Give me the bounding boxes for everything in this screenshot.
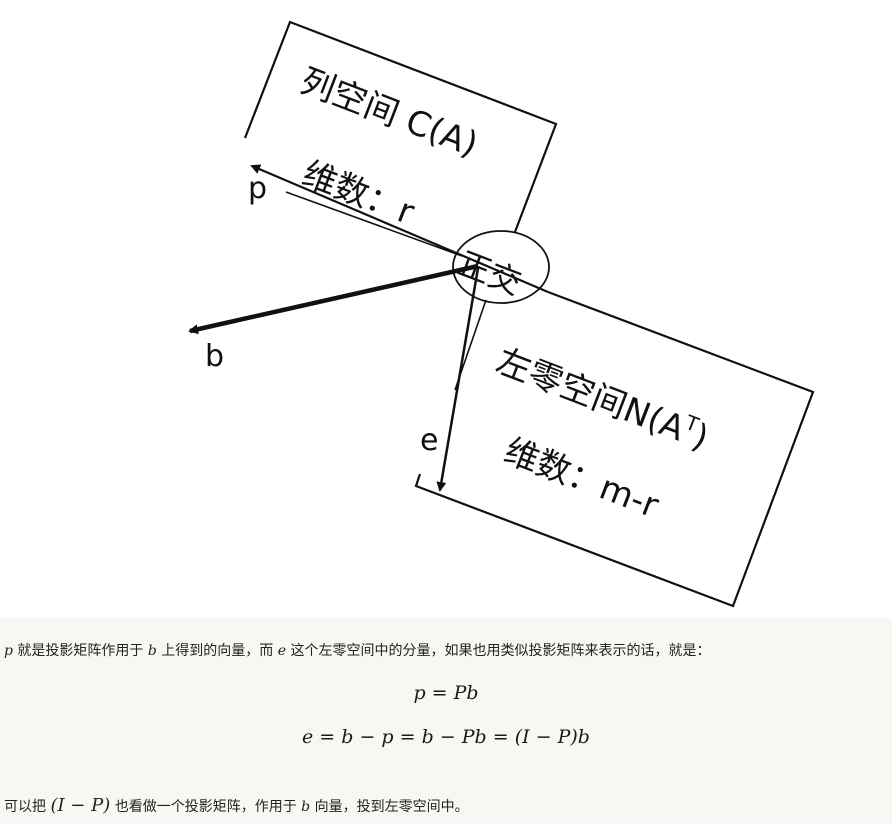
vector-b-label: b bbox=[205, 339, 224, 374]
equation-p: p = Pb bbox=[413, 682, 479, 704]
vector-p-label: p bbox=[248, 171, 267, 206]
inline-math-p: p bbox=[4, 643, 13, 659]
inline-math-e: e bbox=[277, 643, 287, 659]
vector-e-arrow bbox=[436, 267, 480, 492]
vector-b-arrow bbox=[188, 263, 479, 335]
inline-math-b-2: b bbox=[301, 799, 311, 815]
explanation-paragraph: p 就是投影矩阵作用于 b 上得到的向量，而 e 这个左零空间中的分量，如果也用… bbox=[4, 643, 711, 659]
column-space-dimension: 维数：r bbox=[297, 154, 420, 233]
left-null-space-box bbox=[414, 290, 815, 608]
subspace-diagram: 列空间 C(A) 维数：r 正交 左零空间N(AT) 维数：m-r p b e bbox=[188, 20, 815, 608]
orthogonal-label: 正交 bbox=[453, 244, 526, 302]
conclusion-paragraph: 可以把 (I − P) 也看做一个投影矩阵，作用于 b 向量，投到左零空间中。 bbox=[4, 795, 469, 816]
column-space-title: 列空间 C(A) bbox=[295, 61, 483, 165]
vector-e-label: e bbox=[420, 423, 438, 458]
inline-math-b: b bbox=[147, 643, 157, 659]
left-null-space-dimension: 维数：m-r bbox=[499, 431, 664, 526]
diagram-panel: 列空间 C(A) 维数：r 正交 左零空间N(AT) 维数：m-r p b e bbox=[0, 0, 892, 618]
inline-math-i-minus-p: (I − P) bbox=[50, 795, 111, 816]
equation-e: e = b − p = b − Pb = (I − P)b bbox=[302, 726, 590, 748]
